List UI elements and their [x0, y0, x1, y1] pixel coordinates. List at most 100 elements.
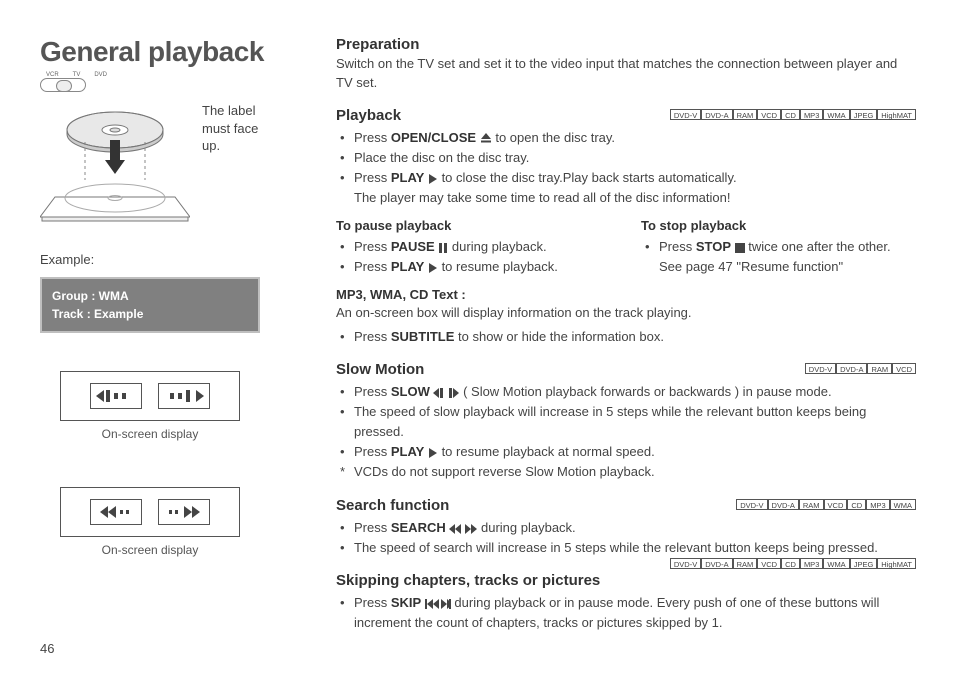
format-badge: DVD-A — [701, 558, 732, 569]
body-text: An on-screen box will display informatio… — [336, 304, 916, 323]
format-badge: CD — [781, 109, 800, 120]
format-badge: RAM — [733, 558, 758, 569]
format-badge: DVD-V — [736, 499, 767, 510]
list-item: Place the disc on the disc tray. — [340, 148, 916, 168]
format-badge: MP3 — [800, 109, 823, 120]
format-badge: DVD-A — [701, 109, 732, 120]
format-badges: DVD-V DVD-A RAM VCD CD MP3 WMA JPEG High… — [670, 558, 916, 569]
format-badge: CD — [781, 558, 800, 569]
subheading: To stop playback — [641, 218, 916, 233]
format-badge: HighMAT — [877, 558, 916, 569]
section-slow: Slow Motion DVD-V DVD-A RAM VCD Press SL… — [336, 361, 916, 483]
format-badge: VCD — [892, 363, 916, 374]
section-search: Search function DVD-V DVD-A RAM VCD CD M… — [336, 497, 916, 558]
list-item: The speed of slow playback will increase… — [340, 402, 916, 442]
format-badge: VCD — [757, 558, 781, 569]
body-text: Switch on the TV set and set it to the v… — [336, 55, 916, 93]
switch-body-icon — [40, 78, 86, 92]
section-skip: DVD-V DVD-A RAM VCD CD MP3 WMA JPEG High… — [336, 572, 916, 633]
list-item-cont: See page 47 "Resume function" — [659, 257, 916, 277]
section-preparation: Preparation Switch on the TV set and set… — [336, 36, 916, 93]
slow-rev-btn-icon — [90, 383, 142, 409]
disc-caption-line: up. — [202, 137, 258, 155]
osd-caption: On-screen display — [40, 543, 260, 557]
slow-fwd-btn-icon — [158, 383, 210, 409]
osd-example-box: Group : WMA Track : Example — [40, 277, 260, 333]
format-badge: MP3 — [866, 499, 889, 510]
search-icon — [449, 524, 477, 534]
right-column: Preparation Switch on the TV set and set… — [336, 36, 916, 633]
osd-display-1: On-screen display — [40, 371, 260, 441]
manual-page: General playback VCR TV DVD — [0, 0, 954, 676]
format-badge: DVD-A — [836, 363, 867, 374]
section-pause: To pause playback Press PAUSE during pla… — [336, 218, 611, 277]
eject-icon — [480, 132, 492, 144]
format-badge: VCD — [757, 109, 781, 120]
format-badge: JPEG — [850, 558, 878, 569]
format-badge: MP3 — [800, 558, 823, 569]
format-badge: DVD-V — [670, 558, 701, 569]
format-badge: DVD-V — [670, 109, 701, 120]
format-badge: VCD — [824, 499, 848, 510]
page-title: General playback — [40, 36, 300, 68]
mode-switch-diagram: VCR TV DVD — [40, 72, 300, 92]
section-mp3: MP3, WMA, CD Text : An on-screen box wil… — [336, 287, 916, 347]
list-item-cont: The player may take some time to read al… — [354, 188, 916, 208]
osd-caption: On-screen display — [40, 427, 260, 441]
subheading: MP3, WMA, CD Text : — [336, 287, 916, 302]
search-fwd-btn-icon — [158, 499, 210, 525]
list-item: Press STOP twice one after the other. Se… — [645, 237, 916, 277]
heading: Preparation — [336, 36, 916, 53]
disc-diagram-row: The label must face up. — [40, 102, 300, 222]
switch-label-dvd: DVD — [94, 72, 107, 78]
osd-line: Group : WMA — [52, 287, 248, 305]
disc-caption: The label must face up. — [202, 102, 258, 155]
list-item: Press SUBTITLE to show or hide the infor… — [340, 327, 916, 347]
format-badge: WMA — [823, 109, 849, 120]
format-badge: CD — [847, 499, 866, 510]
list-item: Press SKIP during playback or in pause m… — [340, 593, 916, 633]
format-badge: WMA — [823, 558, 849, 569]
list-item: The speed of search will increase in 5 s… — [340, 538, 916, 558]
format-badges: DVD-V DVD-A RAM VCD — [805, 363, 916, 374]
stop-icon — [735, 243, 745, 253]
osd-display-2: On-screen display — [40, 487, 260, 557]
format-badge: HighMAT — [877, 109, 916, 120]
list-item: Press SLOW ( Slow Motion playback forwar… — [340, 382, 916, 402]
list-item: VCDs do not support reverse Slow Motion … — [340, 462, 916, 482]
format-badge: DVD-A — [768, 499, 799, 510]
list-item: Press SEARCH during playback. — [340, 518, 916, 538]
example-label: Example: — [40, 252, 300, 267]
play-icon — [428, 448, 438, 458]
list-item: Press PAUSE during playback. — [340, 237, 611, 257]
list-item: Press PLAY to resume playback. — [340, 257, 611, 277]
format-badge: DVD-V — [805, 363, 836, 374]
disc-caption-line: The label — [202, 102, 258, 120]
left-column: General playback VCR TV DVD — [40, 36, 300, 557]
format-badge: RAM — [799, 499, 824, 510]
play-icon — [428, 263, 438, 273]
play-icon — [428, 174, 438, 184]
list-item: Press PLAY to resume playback at normal … — [340, 442, 916, 462]
page-number: 46 — [40, 641, 54, 656]
format-badge: WMA — [890, 499, 916, 510]
section-stop: To stop playback Press STOP twice one af… — [641, 218, 916, 277]
list-item: Press OPEN/CLOSE to open the disc tray. — [340, 128, 916, 148]
format-badge: RAM — [733, 109, 758, 120]
disc-caption-line: must face — [202, 120, 258, 138]
pause-stop-row: To pause playback Press PAUSE during pla… — [336, 218, 916, 277]
format-badges: DVD-V DVD-A RAM VCD CD MP3 WMA — [736, 499, 916, 510]
format-badges: DVD-V DVD-A RAM VCD CD MP3 WMA JPEG High… — [670, 109, 916, 120]
osd-line: Track : Example — [52, 305, 248, 323]
section-playback: Playback DVD-V DVD-A RAM VCD CD MP3 WMA … — [336, 107, 916, 347]
disc-tray-icon — [40, 102, 190, 222]
slow-icon — [433, 388, 459, 398]
pause-icon — [438, 243, 448, 253]
list-item: Press PLAY to close the disc tray.Play b… — [340, 168, 916, 208]
search-rev-btn-icon — [90, 499, 142, 525]
skip-icon — [425, 599, 451, 609]
subheading: To pause playback — [336, 218, 611, 233]
format-badge: JPEG — [850, 109, 878, 120]
format-badge: RAM — [867, 363, 892, 374]
heading: Skipping chapters, tracks or pictures — [336, 572, 916, 589]
